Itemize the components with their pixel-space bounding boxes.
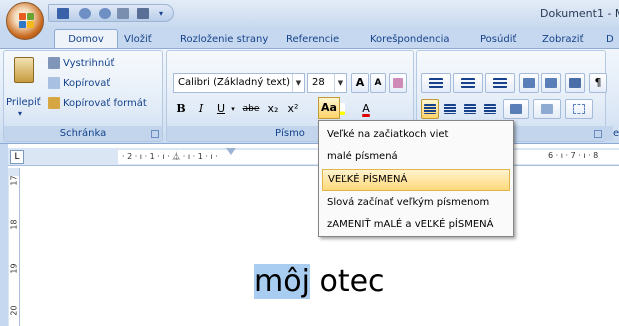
superscript-button[interactable]: x² <box>285 99 301 119</box>
tab-insert[interactable]: Vložiť <box>124 31 152 48</box>
vruler-mark: 18 <box>9 219 19 230</box>
window-title: Dokument1 - M <box>540 7 619 20</box>
paste-dropdown-icon[interactable]: ▾ <box>18 109 22 118</box>
bullets-button[interactable] <box>421 73 451 93</box>
grow-font-button[interactable]: A <box>351 73 369 93</box>
align-center-button[interactable] <box>441 99 459 119</box>
menu-item-uppercase[interactable]: VEĽKÉ PÍSMENÁ <box>322 169 510 191</box>
tab-page-layout[interactable]: Rozloženie strany <box>180 31 268 48</box>
font-size-combo[interactable]: 28 ▼ <box>307 73 347 93</box>
ruler-marks: · 2 · ı · 1 · ı · ⏅ · ı · 1 · ı · <box>122 152 218 161</box>
tab-review[interactable]: Posúdiť <box>480 31 516 48</box>
vruler-mark: 19 <box>9 263 19 274</box>
customize-qat-icon[interactable]: ▾ <box>159 8 165 19</box>
quick-access-toolbar: ▾ <box>48 4 174 22</box>
italic-button[interactable]: I <box>193 99 209 119</box>
menu-item-toggle-case[interactable]: zAMENIŤ mALÉ a vEĽKÉ pÍSMENÁ <box>322 214 510 236</box>
multilevel-list-button[interactable] <box>485 73 515 93</box>
align-center-icon <box>444 104 456 114</box>
border-icon <box>573 104 585 114</box>
vruler-mark: 17 <box>9 175 19 186</box>
first-line-indent-marker[interactable] <box>226 148 236 155</box>
paint-bucket-icon <box>541 104 553 114</box>
format-painter-button[interactable]: Kopírovať formát <box>48 97 147 109</box>
tab-view[interactable]: Zobraziť <box>542 31 584 48</box>
tab-mailings[interactable]: Korešpondencia <box>370 31 449 48</box>
justify-icon <box>484 104 496 114</box>
subscript-button[interactable]: x₂ <box>265 99 281 119</box>
borders-button[interactable] <box>565 99 593 119</box>
shading-button[interactable] <box>533 99 561 119</box>
numbering-button[interactable] <box>453 73 483 93</box>
print-icon[interactable] <box>137 8 149 19</box>
tab-developer[interactable]: D <box>606 31 614 48</box>
eraser-icon <box>393 78 403 88</box>
sort-button[interactable] <box>565 73 585 93</box>
justify-button[interactable] <box>481 99 499 119</box>
clipboard-group-label: Schránka <box>4 126 162 141</box>
clipboard-group: Prilepiť ▾ Vystrihnúť Kopírovať Kopírova… <box>3 50 163 142</box>
strikethrough-button[interactable]: abe <box>239 99 263 119</box>
scissors-icon <box>48 57 60 69</box>
show-marks-button[interactable]: ¶ <box>589 73 607 93</box>
bold-button[interactable]: B <box>173 99 189 119</box>
paragraph-launcher-icon[interactable] <box>594 130 602 138</box>
paste-button[interactable]: Prilepiť <box>6 97 41 108</box>
bullet-list-icon <box>429 78 443 88</box>
indent-icon <box>545 78 557 88</box>
line-spacing-button[interactable] <box>503 99 529 119</box>
change-case-button[interactable]: Aa <box>318 97 340 119</box>
numbered-list-icon <box>461 78 475 88</box>
change-case-menu: Veľké na začiatkoch viet malé písmená VE… <box>318 120 514 237</box>
clipboard-icon <box>14 57 34 83</box>
cut-button[interactable]: Vystrihnúť <box>48 57 114 69</box>
align-left-button[interactable] <box>421 99 439 119</box>
increase-indent-button[interactable] <box>541 73 561 93</box>
undo-icon[interactable] <box>79 8 91 19</box>
clipboard-launcher-icon[interactable] <box>151 130 159 138</box>
menu-item-sentence-case[interactable]: Veľké na začiatkoch viet <box>322 124 510 146</box>
line-spacing-icon <box>510 104 522 114</box>
ruler-marks-right: 6 · ı · 7 · ı · 8 <box>548 151 599 160</box>
underline-button[interactable]: U <box>213 99 229 119</box>
clear-formatting-button[interactable] <box>389 73 407 93</box>
menu-item-lowercase[interactable]: malé písmená <box>322 146 510 168</box>
shrink-font-button[interactable]: A <box>370 73 386 93</box>
copy-button[interactable]: Kopírovať <box>48 77 110 89</box>
selected-text[interactable]: môj <box>254 264 310 299</box>
vruler-mark: 20 <box>9 305 19 316</box>
copy-icon <box>48 77 60 89</box>
tab-home[interactable]: Domov <box>54 29 118 49</box>
align-right-icon <box>464 104 476 114</box>
font-color-button[interactable]: A <box>355 99 377 119</box>
brush-icon <box>48 97 60 109</box>
save-icon[interactable] <box>57 8 69 19</box>
align-left-icon <box>424 104 436 114</box>
document-text[interactable]: môj otec <box>254 264 385 299</box>
chevron-down-icon[interactable]: ▼ <box>292 74 304 92</box>
print-preview-icon[interactable] <box>117 8 129 19</box>
unselected-text[interactable]: otec <box>310 264 384 299</box>
decrease-indent-button[interactable] <box>519 73 539 93</box>
outdent-icon <box>523 78 535 88</box>
align-right-button[interactable] <box>461 99 479 119</box>
redo-icon[interactable] <box>99 8 111 19</box>
underline-dropdown-icon[interactable]: ▾ <box>229 99 237 119</box>
menu-item-capitalize-each-word[interactable]: Slová začínať veľkým písmenom <box>322 192 510 214</box>
office-button[interactable] <box>6 2 44 40</box>
font-name-combo[interactable]: Calibri (Základný text) ▼ <box>173 73 305 93</box>
tab-selector[interactable]: L <box>10 150 24 164</box>
sort-icon <box>569 78 581 88</box>
left-border <box>0 144 8 326</box>
chevron-down-icon[interactable]: ▼ <box>334 74 346 92</box>
vertical-ruler-text-area <box>9 176 19 326</box>
multilevel-list-icon <box>493 78 507 88</box>
tab-references[interactable]: Referencie <box>286 31 339 48</box>
